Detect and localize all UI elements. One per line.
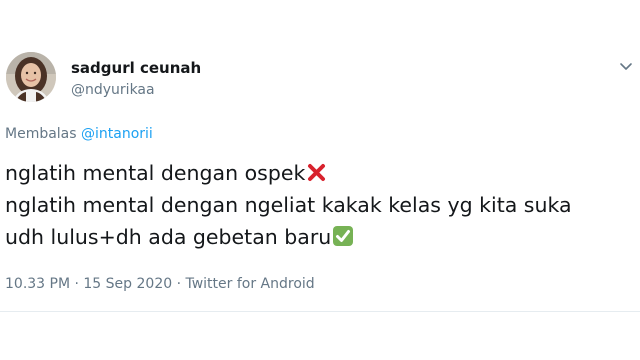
tweet-timestamp[interactable]: 10.33 PM · 15 Sep 2020 · Twitter for And… [5, 276, 315, 292]
cross-mark-icon [306, 160, 327, 192]
avatar-image [6, 52, 56, 102]
chevron-down-icon[interactable] [619, 58, 633, 72]
tweet-line-1: nglatih mental dengan ospek [5, 157, 572, 189]
tweet-text: nglatih mental dengan ospek nglatih ment… [5, 157, 572, 253]
reply-mention-link[interactable]: @intanorii [81, 126, 153, 142]
tweet-line-2: nglatih mental dengan ngeliat kakak kela… [5, 193, 572, 217]
tweet-card: sadgurl ceunah @ndyurikaa Membalas @inta… [0, 0, 640, 311]
tweet-line-3: udh lulus+dh ada gebetan baru [5, 221, 572, 253]
display-name[interactable]: sadgurl ceunah [71, 59, 201, 77]
tweet-line-1-text: nglatih mental dengan ospek [5, 161, 306, 185]
divider [0, 311, 640, 312]
tweet-line-3-text: udh lulus+dh ada gebetan baru [5, 225, 332, 249]
user-handle[interactable]: @ndyurikaa [71, 82, 155, 98]
avatar[interactable] [6, 52, 56, 102]
check-mark-icon [332, 224, 354, 256]
reply-prefix: Membalas [5, 126, 82, 142]
reply-context: Membalas @intanorii [5, 126, 153, 142]
